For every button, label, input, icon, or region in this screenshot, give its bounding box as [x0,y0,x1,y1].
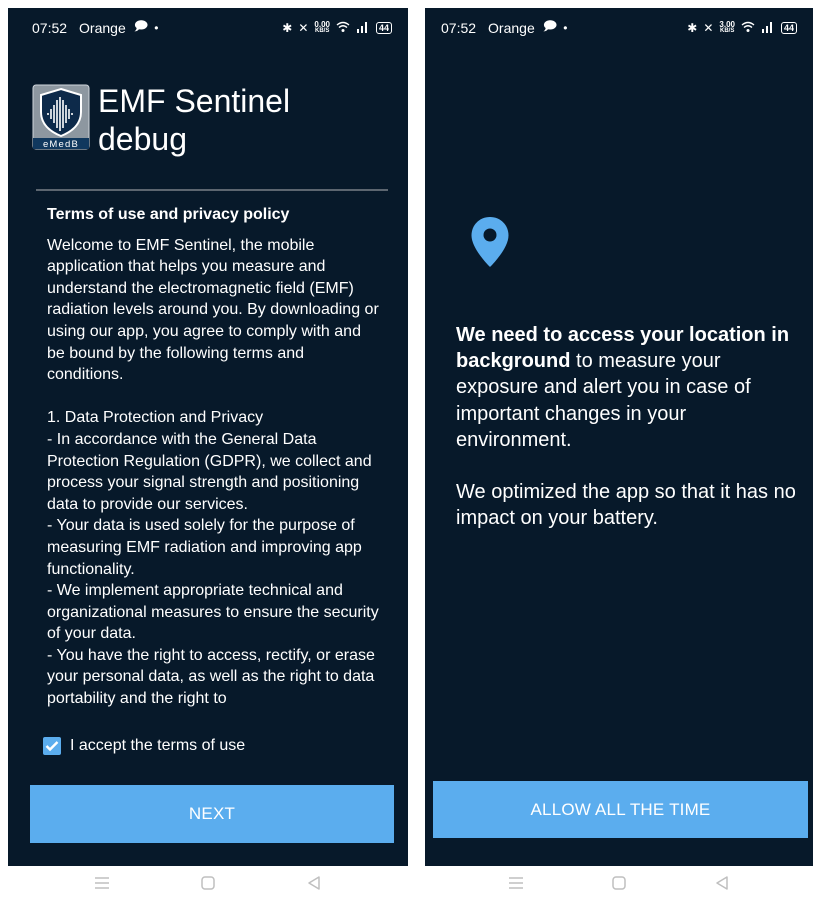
mute-icon: ✕ [703,21,714,35]
wifi-icon [741,21,755,36]
back-icon[interactable] [302,871,326,895]
dot-icon: • [154,21,159,35]
menu-icon[interactable] [504,871,528,895]
terms-heading: Terms of use and privacy policy [47,206,290,223]
allow-all-the-time-button[interactable]: ALLOW ALL THE TIME [433,781,808,838]
wifi-icon [336,21,350,36]
bluetooth-icon: ✱ [282,21,293,35]
status-carrier: Orange [79,20,126,36]
back-icon[interactable] [710,871,734,895]
location-pin-icon [470,216,510,273]
menu-icon[interactable] [90,871,114,895]
battery-icon: 44 [375,22,392,34]
header-divider [36,189,388,191]
status-time: 07:52 [32,20,68,36]
app-title-line1: EMF Sentinel [98,83,291,119]
shield-soundwave-logo: eMedB [32,84,90,150]
permission-paragraph: We need to access your location in backg… [456,322,796,453]
permission-message: We need to access your location in backg… [456,322,796,531]
location-permission-screen: 07:52 Orange 🗩︎ • ✱ ✕ 3.00 KB/S 44 We ne… [425,8,813,866]
battery-icon: 44 [780,22,797,34]
home-icon[interactable] [196,871,220,895]
netspeed-unit: KB/S [720,28,735,34]
netspeed-indicator: 3.00 KB/S [719,21,735,35]
battery-note: We optimized the app so that it has no i… [456,481,796,530]
logo-text: eMedB [43,139,79,150]
dot-icon: • [563,21,568,35]
home-icon[interactable] [607,871,631,895]
navigation-bar [425,866,813,899]
accept-terms-label[interactable]: I accept the terms of use [70,737,245,755]
terms-body: Welcome to EMF Sentinel, the mobile appl… [47,236,379,707]
chat-bubble-icon: 🗩︎ [542,18,558,33]
status-carrier: Orange [488,20,535,36]
app-title-line2: debug [98,121,187,157]
next-button[interactable]: NEXT [30,785,394,843]
signal-icon [761,21,775,36]
netspeed-indicator: 0.00 KB/S [314,21,330,35]
status-bar: 07:52 Orange 🗩︎ • ✱ ✕ 3.00 KB/S 44 [425,8,813,48]
accept-terms-row[interactable]: I accept the terms of use [43,737,245,755]
navigation-bar [8,866,408,899]
checkbox-checked-icon[interactable] [43,737,61,755]
bluetooth-icon: ✱ [687,21,698,35]
terms-screen: 07:52 Orange 🗩︎ • ✱ ✕ 0.00 KB/S 44 eMedB… [8,8,408,866]
app-title: EMF Sentinel debug [98,82,290,158]
netspeed-unit: KB/S [315,28,330,34]
chat-bubble-icon: 🗩︎ [133,18,149,33]
status-time: 07:52 [441,20,477,36]
netspeed-value: 3.00 [719,20,735,29]
status-bar: 07:52 Orange 🗩︎ • ✱ ✕ 0.00 KB/S 44 [8,8,408,48]
mute-icon: ✕ [298,21,309,35]
app-header: eMedB EMF Sentinel debug [32,82,290,158]
status-icons: ✱ ✕ 0.00 KB/S 44 [282,21,392,36]
status-icons: ✱ ✕ 3.00 KB/S 44 [687,21,797,36]
terms-scroll-area[interactable]: Terms of use and privacy policy Welcome … [47,204,383,707]
signal-icon [356,21,370,36]
netspeed-value: 0.00 [314,20,330,29]
